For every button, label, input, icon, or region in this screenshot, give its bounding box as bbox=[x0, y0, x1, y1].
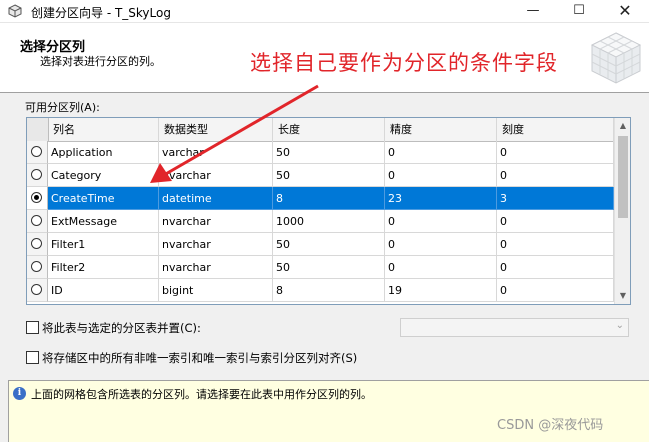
arrow-shaft bbox=[163, 84, 319, 177]
info-text: 上面的网格包含所选表的分区列。请选择要在此表中用作分区列的列。 bbox=[31, 388, 372, 401]
info-icon: i bbox=[13, 387, 26, 400]
colocate-label[interactable]: 将此表与选定的分区表并置(C): bbox=[42, 320, 201, 336]
colocate-table-select[interactable]: ⌄ bbox=[400, 318, 629, 337]
align-index-label[interactable]: 将存储区中的所有非唯一索引和唯一索引与索引分区列对齐(S) bbox=[42, 350, 357, 366]
watermark: CSDN @深夜代码 bbox=[497, 418, 604, 433]
colocate-checkbox[interactable] bbox=[26, 321, 39, 334]
align-index-checkbox[interactable] bbox=[26, 351, 39, 364]
chevron-down-icon: ⌄ bbox=[615, 320, 624, 331]
red-annotation-arrow bbox=[150, 84, 319, 183]
